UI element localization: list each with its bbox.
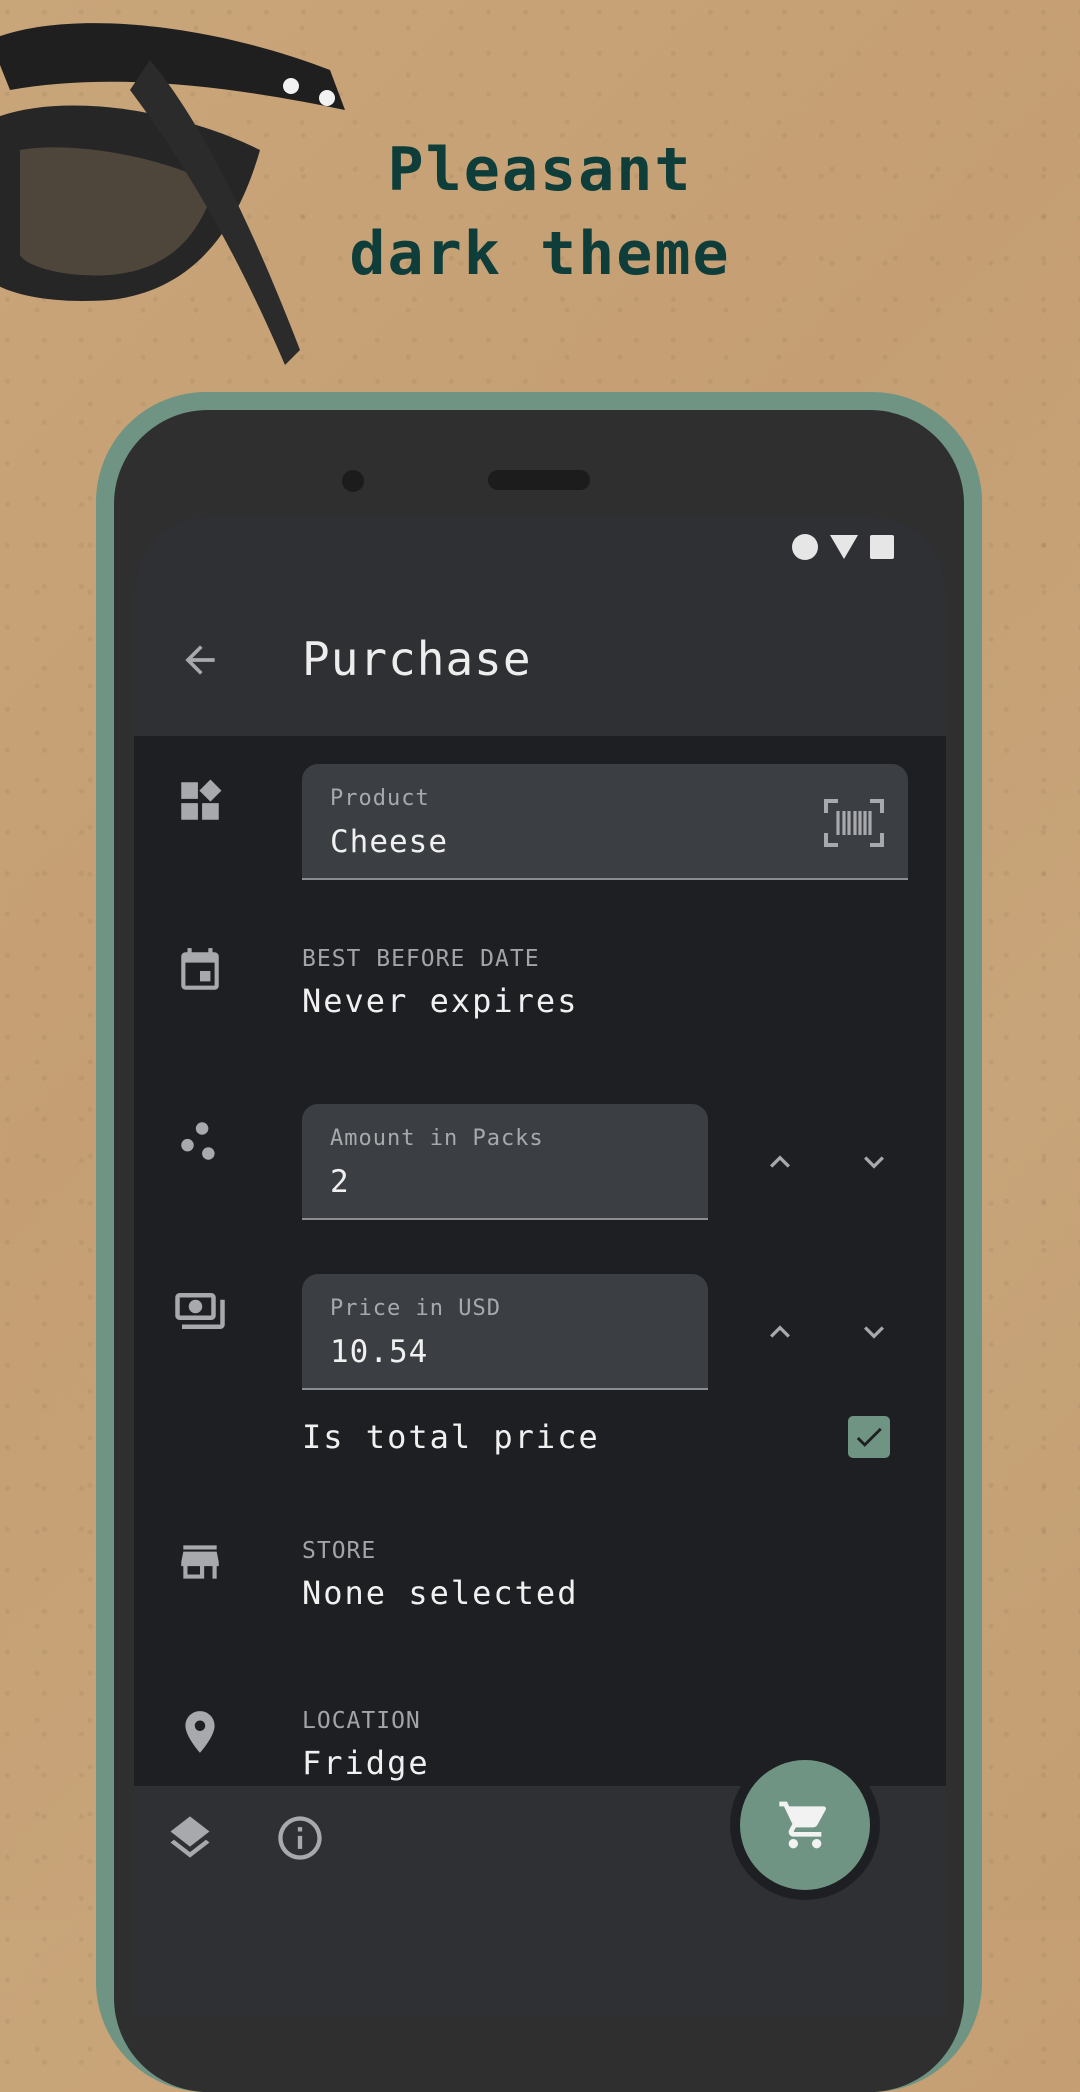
total-price-label: Is total price — [302, 1418, 600, 1456]
store-icon — [170, 1532, 230, 1592]
front-camera — [342, 470, 364, 492]
barcode-scan-icon[interactable] — [824, 798, 884, 848]
location-label: LOCATION — [302, 1708, 421, 1734]
amount-value: 2 — [330, 1164, 350, 1200]
app-bar: Purchase — [134, 586, 946, 736]
check-icon — [856, 1427, 882, 1447]
battery-square-icon — [870, 535, 894, 559]
chevron-down-icon — [864, 1156, 884, 1169]
best-before-label: BEST BEFORE DATE — [302, 946, 540, 972]
category-icon — [170, 771, 230, 831]
phone-body: Purchase Product Cheese BEST BEFORE DATE… — [114, 410, 964, 2092]
amount-increase-button[interactable] — [752, 1134, 808, 1190]
store-value[interactable]: None selected — [302, 1574, 578, 1612]
location-value[interactable]: Fridge — [302, 1744, 430, 1782]
calendar-icon — [170, 941, 230, 1001]
product-field[interactable]: Product Cheese — [302, 764, 908, 880]
product-label: Product — [330, 786, 430, 811]
info-icon[interactable] — [268, 1806, 332, 1870]
chevron-down-icon — [864, 1326, 884, 1339]
price-decrease-button[interactable] — [846, 1304, 902, 1360]
store-label: STORE — [302, 1538, 377, 1564]
chevron-up-icon — [770, 1325, 790, 1338]
earpiece-speaker — [488, 470, 590, 490]
promo-headline: Pleasant dark theme — [280, 128, 800, 296]
cart-icon — [779, 1801, 827, 1849]
price-field[interactable]: Price in USD 10.54 — [302, 1274, 708, 1390]
app-screen: Purchase Product Cheese BEST BEFORE DATE… — [134, 516, 946, 2016]
layers-icon[interactable] — [158, 1806, 222, 1870]
price-increase-button[interactable] — [752, 1304, 808, 1360]
cash-icon — [170, 1281, 230, 1341]
chevron-up-icon — [770, 1155, 790, 1168]
location-pin-icon — [170, 1702, 230, 1762]
page-title: Purchase — [302, 632, 532, 686]
amount-field[interactable]: Amount in Packs 2 — [302, 1104, 708, 1220]
status-circle-icon — [792, 534, 818, 560]
promo-headline-line2: dark theme — [349, 219, 731, 289]
price-value: 10.54 — [330, 1334, 429, 1370]
promo-headline-line1: Pleasant — [387, 135, 693, 205]
purchase-fab[interactable] — [740, 1760, 870, 1890]
best-before-value[interactable]: Never expires — [302, 982, 578, 1020]
total-price-checkbox[interactable] — [848, 1416, 890, 1458]
amount-label: Amount in Packs — [330, 1126, 544, 1151]
wifi-triangle-icon — [830, 535, 858, 559]
product-value: Cheese — [330, 824, 448, 860]
amount-decrease-button[interactable] — [846, 1134, 902, 1190]
price-label: Price in USD — [330, 1296, 501, 1321]
scatter-dots-icon — [170, 1111, 230, 1171]
back-button[interactable] — [170, 630, 230, 690]
phone-frame: Purchase Product Cheese BEST BEFORE DATE… — [96, 392, 982, 2092]
status-bar — [134, 516, 946, 586]
arrow-back-icon — [185, 645, 215, 675]
